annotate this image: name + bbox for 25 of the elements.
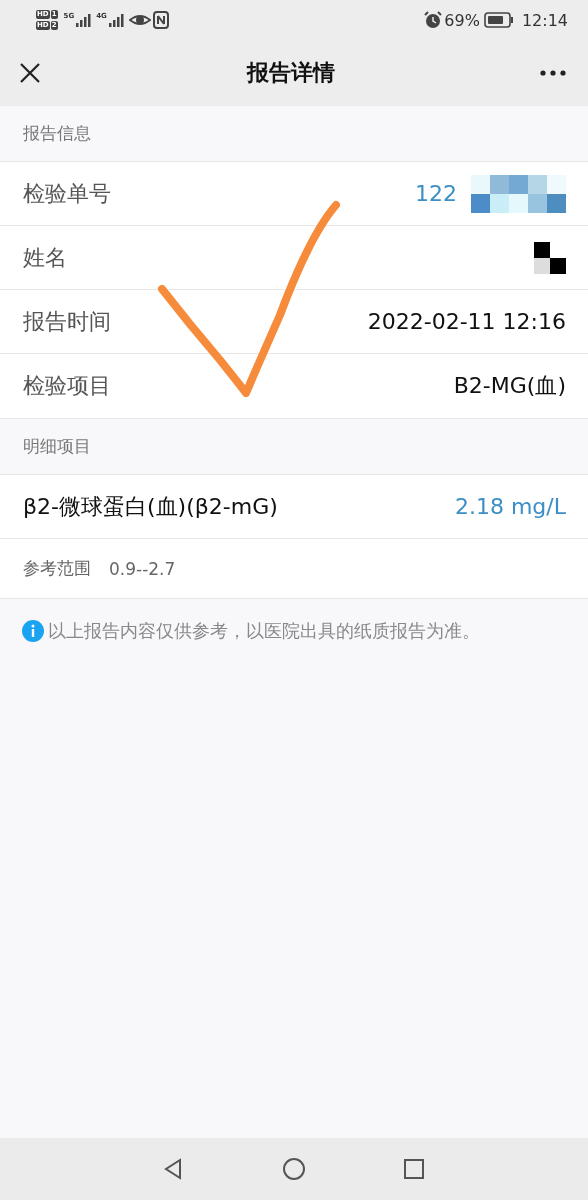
range-value: 0.9--2.7 xyxy=(109,558,176,579)
field-label: 检验项目 xyxy=(23,372,111,400)
field-value: B2-MG(血) xyxy=(453,372,566,400)
signal-icon xyxy=(74,12,93,28)
alarm-icon xyxy=(424,11,443,29)
clock: 12:14 xyxy=(521,10,568,30)
nfc-icon xyxy=(150,11,171,29)
info-icon xyxy=(22,620,44,642)
test-name: β2-微球蛋白(血)(β2-mG) xyxy=(23,492,278,521)
close-icon[interactable] xyxy=(18,61,42,85)
field-value: 2022-02-11 12:16 xyxy=(367,309,566,334)
battery-percent: 69% xyxy=(444,10,480,30)
page-title: 报告详情 xyxy=(247,59,335,87)
report-number[interactable]: 122 xyxy=(415,181,457,206)
recents-icon[interactable] xyxy=(403,1158,425,1180)
field-label: 报告时间 xyxy=(23,307,111,336)
battery-icon xyxy=(483,12,514,28)
home-icon[interactable] xyxy=(283,1158,305,1180)
range-label: 参考范围 xyxy=(23,557,91,580)
more-icon[interactable] xyxy=(540,70,566,76)
signal-icon xyxy=(106,12,125,28)
field-label: 姓名 xyxy=(23,243,67,272)
disclaimer-text: 以上报告内容仅供参考，以医院出具的纸质报告为准。 xyxy=(48,619,480,643)
test-result: 2.18 mg/L xyxy=(454,494,566,519)
field-label: 检验单号 xyxy=(23,179,111,208)
